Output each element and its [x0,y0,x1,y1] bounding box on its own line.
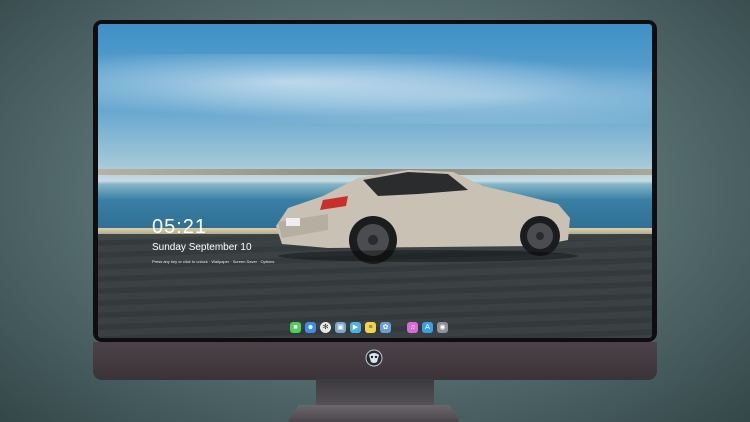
clapperboard-icon[interactable]: ▶ [350,321,361,333]
camera-icon[interactable]: ◉ [437,321,448,333]
monitor-bezel: 05:21 Sunday September 10 Press any key … [93,20,657,342]
brand-logo-icon [365,349,383,367]
preview-icon[interactable]: ▣ [335,321,346,333]
sky-clouds [98,54,652,124]
safari-icon[interactable]: ✻ [320,321,331,333]
app-store-icon[interactable]: A [422,321,433,333]
messages-icon[interactable]: ■ [290,321,301,333]
clock-time: 05:21 [152,216,208,238]
notes-icon[interactable]: ≡ [365,321,376,333]
clock-date: Sunday September 10 [152,242,252,253]
wallpaper-car [276,170,578,264]
dock: ■ ☻ ✻ ▣ ▶ ≡ ✿ ♫ A ◉ [290,320,448,334]
lock-screen-hint: Press any key or click to unlock · Wallp… [152,259,275,264]
lock-screen-clock: 05:21 Sunday September 10 Press any key … [152,216,274,264]
finder-icon[interactable]: ☻ [305,321,316,333]
lock-screen[interactable]: 05:21 Sunday September 10 Press any key … [98,24,652,338]
photos-icon[interactable]: ✿ [380,321,391,333]
monitor-stand-foot [288,405,460,422]
monitor: 05:21 Sunday September 10 Press any key … [93,20,657,380]
monitor-stand-neck [316,379,434,407]
itunes-icon[interactable]: ♫ [407,321,418,333]
